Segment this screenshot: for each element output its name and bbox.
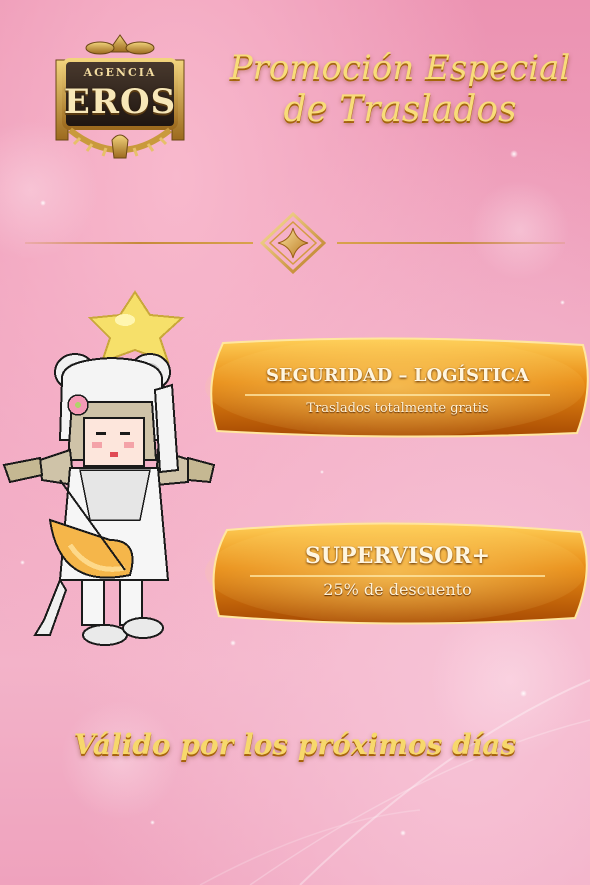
logo-top-text: AGENCIA — [83, 66, 157, 79]
banner-2-subtitle: 25% de descuento — [323, 580, 472, 599]
gold-diamond-star-icon — [260, 212, 326, 274]
gold-banner-shape — [205, 520, 588, 625]
gold-banner-shape — [205, 337, 589, 438]
divider-right — [337, 242, 565, 244]
pixel-star-icon — [87, 290, 185, 364]
promo-title: Promoción Especial de Traslados — [225, 48, 575, 130]
promo-banner-security: SEGURIDAD – LOGÍSTICA Traslados totalmen… — [205, 335, 590, 440]
promo-banner-supervisor: SUPERVISOR+ 25% de descuento — [205, 518, 590, 626]
banner-2-label: SUPERVISOR+ — [304, 543, 490, 569]
title-line-1: Promoción Especial — [229, 48, 571, 88]
divider-left — [25, 242, 253, 244]
banner-1-subtitle: Traslados totalmente gratis — [306, 401, 489, 416]
agency-logo: AGENCIA EROS — [50, 30, 190, 165]
pixel-avatar — [2, 290, 215, 646]
logo-main-text: EROS — [63, 82, 177, 122]
validity-footer: Válido por los próximos días — [73, 728, 517, 761]
title-line-2: de Traslados — [283, 89, 517, 130]
banner-1-label: SEGURIDAD – LOGÍSTICA — [265, 365, 530, 386]
